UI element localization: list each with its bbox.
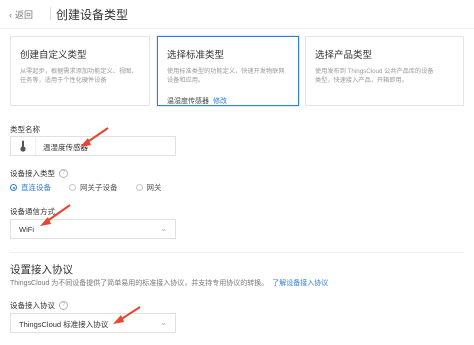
access-type-radio-group: 直连设备 网关子设备 网关 [10, 182, 180, 193]
back-button[interactable]: ‹ 返回 [9, 8, 33, 21]
radio-label: 直连设备 [21, 183, 51, 192]
page-header: ‹ 返回 创建设备类型 [0, 0, 474, 29]
help-icon[interactable]: ? [59, 169, 68, 178]
edit-link[interactable]: 修改 [213, 98, 227, 105]
page-title: 创建设备类型 [56, 8, 129, 22]
comm-method-label: 设备通信方式 [10, 207, 55, 216]
back-label: 返回 [15, 10, 34, 20]
radio-circle [135, 184, 143, 191]
radio-circle [69, 184, 76, 191]
section-divider [10, 252, 464, 253]
comm-method-value: WiFi [19, 225, 34, 234]
type-name-label: 类型名称 [10, 125, 40, 134]
chevron-down-icon: ⌄ [160, 224, 167, 233]
card-title: 创建自定义类型 [20, 50, 87, 61]
protocol-docs-link[interactable]: 了解设备接入协议 [272, 280, 328, 287]
protocol-section-title: 设置接入协议 [10, 264, 73, 276]
protocol-section-desc: ThingsCloud 为不同设备提供了简单易用的标准接入协议，并支持专用协议的… [10, 280, 329, 287]
card-custom-type[interactable]: 创建自定义类型 从零起步，根据需求添加功能定义、视图、 任务等，适用于个性化硬件… [10, 36, 150, 106]
header-divider [50, 7, 51, 20]
thermometer-icon [11, 137, 36, 155]
selected-type-label: 温湿度传感器 [167, 98, 209, 105]
card-desc-line: 设备和应用。 [167, 77, 205, 84]
chevron-left-icon: ‹ [9, 9, 12, 20]
radio-direct-device[interactable]: 直连设备 [10, 182, 51, 193]
type-name-value: 温湿度传感器 [43, 143, 88, 152]
card-product-type[interactable]: 选择产品类型 使用发布到 ThingsCloud 公共产品库的设备 类型，快速接… [305, 36, 464, 106]
protocol-label: 设备接入协议 ? [10, 300, 68, 311]
card-desc-line: 类型，快速接入产品，开箱即用。 [315, 77, 408, 84]
card-desc-line: 使用标准类型的功能定义，快速开发物联网 [167, 68, 285, 75]
card-desc-line: 使用发布到 ThingsCloud 公共产品库的设备 [315, 68, 434, 75]
comm-method-select[interactable]: WiFi ⌄ [10, 219, 176, 239]
card-desc-line: 任务等，适用于个性化硬件设备 [20, 77, 107, 84]
protocol-select[interactable]: ThingsCloud 标准接入协议 ⌄ [10, 313, 176, 333]
access-type-label: 设备接入类型 ? [10, 168, 68, 179]
card-title: 选择标准类型 [167, 50, 225, 61]
selected-standard-type: 温湿度传感器 修改 [167, 96, 289, 106]
radio-gateway-subdevice[interactable]: 网关子设备 [69, 182, 118, 193]
help-icon[interactable]: ? [59, 301, 68, 310]
card-standard-type[interactable]: 选择标准类型 使用标准类型的功能定义，快速开发物联网 设备和应用。 温湿度传感器… [157, 36, 299, 106]
radio-label: 网关 [146, 183, 162, 192]
radio-label: 网关子设备 [80, 183, 118, 192]
protocol-value: ThingsCloud 标准接入协议 [19, 320, 109, 329]
chevron-down-icon: ⌄ [160, 318, 167, 327]
radio-gateway[interactable]: 网关 [135, 182, 162, 193]
radio-circle [10, 184, 17, 191]
type-name-field[interactable]: 温湿度传感器 [10, 136, 176, 156]
card-title: 选择产品类型 [315, 50, 373, 61]
card-desc-line: 从零起步，根据需求添加功能定义、视图、 [20, 68, 138, 75]
